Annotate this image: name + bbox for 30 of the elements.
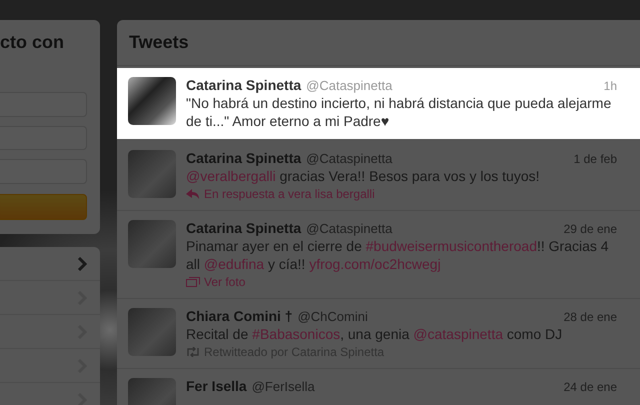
reply-arrow-icon	[186, 189, 200, 199]
tweet-text: Pinamar ayer en el cierre de #budweisermusicontheroad!! Gracias 4 all @edufina y cía!! yfrog.com/oc2hcwegj	[186, 237, 610, 273]
user-name[interactable]: Fer Isella	[186, 378, 247, 394]
panel-title: Tweets	[117, 20, 640, 66]
tweet-link[interactable]: yfrog.com/oc2hcwegj	[309, 256, 441, 272]
user-handle[interactable]: @Cataspinetta	[306, 78, 392, 93]
tweet-link[interactable]: #budweisermusicontheroad	[366, 238, 537, 254]
tweet-link[interactable]: @veralbergalli	[186, 168, 276, 184]
tweet-context[interactable]: En respuesta a vera lisa bergalli	[204, 187, 375, 201]
tweet-text: Recital de #Babasonicos, una genia @cataspinetta como DJ	[186, 325, 564, 343]
avatar-placeholder	[128, 308, 176, 356]
user-name[interactable]: Catarina Spinetta	[186, 220, 302, 236]
user-name[interactable]: Catarina Spinetta	[186, 77, 302, 93]
panel-title: cto con	[0, 32, 66, 53]
tweet[interactable]: Catarina Spinetta @Cataspinetta 1h "No habrá un destino incierto, ni habrá distancia que pueda alejarme de ti..." Amor eterno a mi Padre♥	[117, 68, 640, 139]
tweet-context[interactable]: Ver foto	[204, 275, 246, 289]
avatar-placeholder	[128, 150, 176, 198]
avatar-placeholder	[128, 77, 176, 125]
retweet-icon	[186, 347, 200, 357]
user-name[interactable]: Chiara Comini †	[186, 308, 293, 324]
submit-button[interactable]	[0, 194, 87, 220]
avatar-placeholder	[128, 220, 176, 268]
photo-icon	[186, 277, 200, 287]
tweet-link[interactable]: @edufina	[204, 256, 264, 272]
tweet-time[interactable]: 1h	[604, 79, 617, 93]
tweet-text: @veralbergalli gracias Vera!! Besos para vos y los tuyos!	[186, 167, 540, 185]
tweet-link[interactable]: @cataspinetta	[413, 326, 503, 342]
tweet-link[interactable]: #Babasonicos	[252, 326, 340, 342]
user-name[interactable]: Catarina Spinetta	[186, 150, 302, 166]
tweet-text: "No habrá un destino incierto, ni habrá distancia que pueda alejarme de ti..." Amor eterno a mi Padre♥	[186, 94, 612, 130]
